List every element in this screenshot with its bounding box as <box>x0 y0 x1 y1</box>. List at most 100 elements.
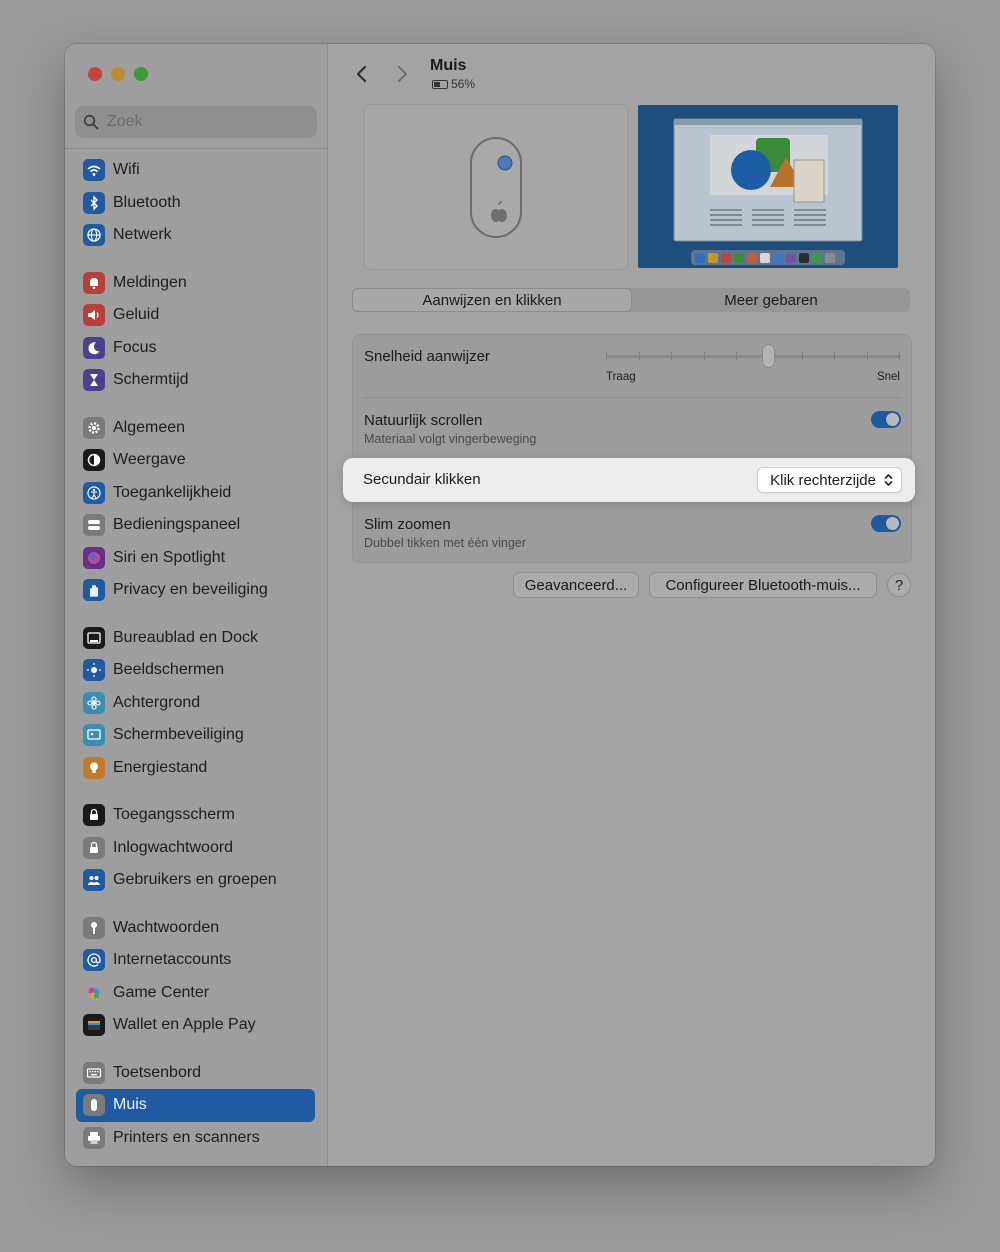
page-title: Muis <box>430 57 467 74</box>
sidebar: Wifi Bluetooth Netwerk Meldingen Geluid Focus… <box>65 44 328 1166</box>
sidebar-item-algemeen[interactable]: Algemeen <box>65 412 327 445</box>
gear-icon <box>83 416 105 439</box>
advanced-button[interactable]: Geavanceerd... <box>514 573 638 597</box>
sidebar-item-label: Schermtijd <box>113 371 189 389</box>
sidebar-item-privacy-en-beveiliging[interactable]: Privacy en beveiliging <box>65 574 327 607</box>
slider-tick <box>801 352 803 360</box>
forward-chevron-icon[interactable] <box>392 64 412 84</box>
sidebar-item-beeldschermen[interactable]: Beeldschermen <box>65 654 327 687</box>
mouse-icon <box>83 1094 105 1117</box>
sidebar-item-game-center[interactable]: Game Center <box>65 977 327 1010</box>
minimize-button[interactable] <box>111 67 125 81</box>
sidebar-item-label: Privacy en beveiliging <box>113 581 268 599</box>
secondary-click-row: Secundair klikken Klik rechterzijde <box>343 458 915 502</box>
sidebar-item-label: Toetsenbord <box>113 1063 202 1081</box>
sidebar-item-weergave[interactable]: Weergave <box>65 444 327 477</box>
sidebar-item-meldingen[interactable]: Meldingen <box>65 267 327 300</box>
close-button[interactable] <box>88 67 102 81</box>
bell-icon <box>83 271 105 294</box>
at-icon <box>83 949 105 972</box>
sidebar-item-wallet-en-apple-pay[interactable]: Wallet en Apple Pay <box>65 1009 327 1042</box>
sidebar-group: Toegangsscherm Inlogwachtwoord Gebruikers … <box>65 799 327 897</box>
sidebar-item-gebruikers-en-groepen[interactable]: Gebruikers en groepen <box>65 864 327 897</box>
zoom-button[interactable] <box>134 67 148 81</box>
sidebar-item-netwerk[interactable]: Netwerk <box>65 219 327 252</box>
battery-status: 56% <box>432 77 475 91</box>
flower-icon <box>83 691 105 714</box>
sidebar-item-bureaublad-en-dock[interactable]: Bureaublad en Dock <box>65 622 327 655</box>
tab-more-gestures[interactable]: Meer gebaren <box>632 288 910 312</box>
speaker-icon <box>83 304 105 327</box>
sidebar-item-label: Muis <box>113 1096 147 1114</box>
sidebar-list: Wifi Bluetooth Netwerk Meldingen Geluid Focus… <box>65 154 327 1166</box>
natural-scroll-description: Materiaal volgt vingerbeweging <box>364 432 537 446</box>
sidebar-item-wifi[interactable]: Wifi <box>65 154 327 187</box>
siri-icon <box>83 546 105 569</box>
help-button[interactable]: ? <box>888 574 910 596</box>
sidebar-item-siri-en-spotlight[interactable]: Siri en Spotlight <box>65 542 327 575</box>
sidebar-item-schermtijd[interactable]: Schermtijd <box>65 364 327 397</box>
sidebar-item-label: Inlogwachtwoord <box>113 838 234 856</box>
sidebar-item-label: Internetaccounts <box>113 951 232 969</box>
sidebar-item-label: Geluid <box>113 306 160 324</box>
search-input[interactable] <box>105 112 309 132</box>
sidebar-item-label: Focus <box>113 338 157 356</box>
smart-zoom-label: Slim zoomen <box>364 516 451 533</box>
sidebar-item-focus[interactable]: Focus <box>65 332 327 365</box>
natural-scroll-toggle[interactable] <box>871 411 901 428</box>
sidebar-item-printers-en-scanners[interactable]: Printers en scanners <box>65 1122 327 1155</box>
sidebar-item-label: Algemeen <box>113 418 186 436</box>
sidebar-item-geluid[interactable]: Geluid <box>65 299 327 332</box>
updown-chevron-icon <box>884 474 893 486</box>
slider-tick <box>671 352 673 360</box>
sidebar-item-inlogwachtwoord[interactable]: Inlogwachtwoord <box>65 832 327 865</box>
slider-max-label: Snel <box>876 371 900 383</box>
sidebar-item-label: Siri en Spotlight <box>113 548 226 566</box>
secondary-click-label: Secundair klikken <box>363 471 481 488</box>
slider-tick <box>736 352 738 360</box>
sidebar-item-toegankelijkheid[interactable]: Toegankelijkheid <box>65 477 327 510</box>
search-field[interactable] <box>75 106 317 138</box>
settings-panel: Snelheid aanwijzer Traag Snel Natuurlijk… <box>352 334 912 563</box>
sidebar-item-bluetooth[interactable]: Bluetooth <box>65 187 327 220</box>
hourglass-icon <box>83 369 105 392</box>
slider-min-label: Traag <box>606 371 636 383</box>
moon-icon <box>83 336 105 359</box>
smart-zoom-toggle[interactable] <box>871 515 901 532</box>
sidebar-item-bedieningspaneel[interactable]: Bedieningspaneel <box>65 509 327 542</box>
bulb-icon <box>83 756 105 779</box>
back-chevron-icon[interactable] <box>352 64 372 84</box>
sidebar-item-label: Game Center <box>113 983 210 1001</box>
sidebar-group: Bureaublad en Dock Beeldschermen Achtergro… <box>65 622 327 785</box>
tab-bar: Aanwijzen en klikken Meer gebaren <box>352 288 910 312</box>
main-pane: Muis 56% Aanwijzen en klikken Meer gebar… <box>328 44 935 1166</box>
screensaver-icon <box>83 724 105 747</box>
sidebar-item-label: Gebruikers en groepen <box>113 871 277 889</box>
natural-scroll-label: Natuurlijk scrollen <box>364 412 483 429</box>
secondary-click-popup[interactable]: Klik rechterzijde <box>758 468 901 492</box>
sidebar-item-energiestand[interactable]: Energiestand <box>65 752 327 785</box>
sidebar-item-schermbeveiliging[interactable]: Schermbeveiliging <box>65 719 327 752</box>
slider-tick <box>703 352 705 360</box>
tab-pointing-clicking[interactable]: Aanwijzen en klikken <box>353 289 631 311</box>
sidebar-item-toetsenbord[interactable]: Toetsenbord <box>65 1057 327 1090</box>
configure-bluetooth-mouse-button[interactable]: Configureer Bluetooth-muis... <box>650 573 876 597</box>
sidebar-item-muis[interactable]: Muis <box>76 1089 315 1122</box>
sidebar-item-wachtwoorden[interactable]: Wachtwoorden <box>65 912 327 945</box>
sidebar-item-label: Wifi <box>113 161 140 179</box>
slider-tick <box>866 352 868 360</box>
sidebar-item-label: Toegangsscherm <box>113 806 235 824</box>
sidebar-item-internetaccounts[interactable]: Internetaccounts <box>65 944 327 977</box>
slider-track[interactable] <box>606 355 901 358</box>
sidebar-item-label: Weergave <box>113 451 186 469</box>
sidebar-group: Algemeen Weergave Toegankelijkheid Bedienin… <box>65 412 327 607</box>
sidebar-item-label: Toegankelijkheid <box>113 483 232 501</box>
sidebar-group: Wachtwoorden Internetaccounts Game Center W… <box>65 912 327 1042</box>
slider-knob[interactable] <box>763 345 775 367</box>
smart-zoom-description: Dubbel tikken met één vinger <box>364 536 526 550</box>
sidebar-group: Toetsenbord Muis Printers en scanners <box>65 1057 327 1155</box>
sidebar-item-achtergrond[interactable]: Achtergrond <box>65 687 327 720</box>
sidebar-group: Meldingen Geluid Focus Schermtijd <box>65 267 327 397</box>
sidebar-item-toegangsscherm[interactable]: Toegangsscherm <box>65 799 327 832</box>
sidebar-item-label: Beeldschermen <box>113 661 225 679</box>
